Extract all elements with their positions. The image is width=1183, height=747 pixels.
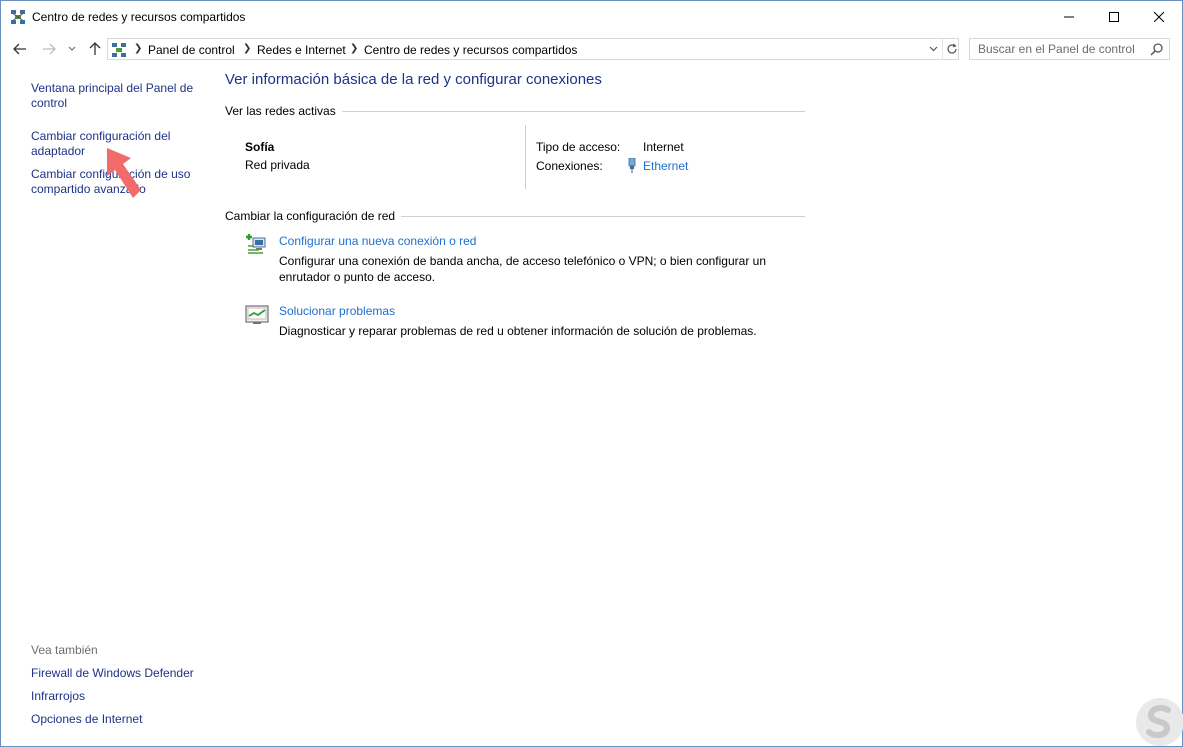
address-bar[interactable]: ❯ Panel de control ❯ Redes e Internet ❯ … <box>107 38 959 60</box>
window: Centro de redes y recursos compartidos ❯… <box>0 0 1183 747</box>
setup-new-connection-link[interactable]: Configurar una nueva conexión o red <box>279 234 476 248</box>
see-also-heading: Vea también <box>31 643 98 657</box>
recent-locations-button[interactable] <box>65 38 79 60</box>
link-infrared[interactable]: Infrarrojos <box>31 689 85 703</box>
ethernet-icon <box>628 158 636 173</box>
network-type: Red privada <box>245 158 310 172</box>
search-box[interactable] <box>969 38 1170 60</box>
ethernet-connection-link[interactable]: Ethernet <box>643 159 688 173</box>
main-content: Ver información básica de la red y confi… <box>211 63 1183 747</box>
arrow-left-icon <box>13 43 26 55</box>
refresh-icon <box>946 43 957 54</box>
breadcrumb-centro-de-redes[interactable]: Centro de redes y recursos compartidos <box>364 43 577 57</box>
new-connection-icon <box>246 234 266 254</box>
arrow-up-icon <box>89 42 101 55</box>
divider <box>341 110 805 112</box>
breadcrumb-redes-e-internet[interactable]: Redes e Internet <box>257 43 346 57</box>
watermark-logo-icon <box>1136 698 1183 746</box>
chevron-down-icon <box>929 46 937 52</box>
search-icon[interactable] <box>1150 42 1164 56</box>
title-bar: Centro de redes y recursos compartidos <box>1 1 1182 32</box>
up-button[interactable] <box>85 38 105 60</box>
maximize-button[interactable] <box>1091 1 1137 32</box>
annotation-arrow-icon <box>107 148 141 198</box>
search-input[interactable] <box>978 42 1148 56</box>
section-title: Ver las redes activas <box>225 104 336 118</box>
troubleshoot-link[interactable]: Solucionar problemas <box>279 304 395 318</box>
change-settings-heading: Cambiar la configuración de red <box>225 209 805 223</box>
breadcrumb-separator[interactable]: ❯ <box>134 43 142 54</box>
chevron-down-icon <box>68 46 76 51</box>
page-title: Ver información básica de la red y confi… <box>225 71 602 88</box>
troubleshoot-icon <box>245 305 269 324</box>
network-name: Sofía <box>245 140 275 154</box>
access-type-label: Tipo de acceso: <box>536 140 621 154</box>
link-control-panel-home[interactable]: Ventana principal del Panel de control <box>31 81 201 111</box>
section-title: Cambiar la configuración de red <box>225 209 396 223</box>
navigation-bar: ❯ Panel de control ❯ Redes e Internet ❯ … <box>1 36 1182 62</box>
network-center-icon <box>11 10 25 24</box>
link-firewall[interactable]: Firewall de Windows Defender <box>31 666 194 680</box>
breadcrumb-panel-de-control[interactable]: Panel de control <box>148 43 235 57</box>
link-internet-options[interactable]: Opciones de Internet <box>31 712 142 726</box>
troubleshoot-description: Diagnosticar y reparar problemas de red … <box>279 324 757 338</box>
back-button[interactable] <box>10 38 30 60</box>
breadcrumb-separator[interactable]: ❯ <box>350 43 358 54</box>
setup-new-connection-description: Configurar una conexión de banda ancha, … <box>279 254 766 284</box>
network-center-icon <box>112 43 126 57</box>
divider <box>401 215 805 217</box>
arrow-right-icon <box>43 43 56 55</box>
minimize-button[interactable] <box>1046 1 1092 32</box>
window-title: Centro de redes y recursos compartidos <box>32 10 246 24</box>
divider <box>525 125 526 189</box>
connections-label: Conexiones: <box>536 159 603 173</box>
minimize-icon <box>1064 16 1074 17</box>
close-icon <box>1154 11 1164 22</box>
breadcrumb-separator[interactable]: ❯ <box>243 43 251 54</box>
maximize-icon <box>1109 11 1119 22</box>
close-button[interactable] <box>1136 1 1182 32</box>
forward-button[interactable] <box>39 38 59 60</box>
address-dropdown-button[interactable] <box>924 39 942 59</box>
refresh-button[interactable] <box>942 39 960 59</box>
active-networks-heading: Ver las redes activas <box>225 104 805 118</box>
access-type-value: Internet <box>643 140 684 154</box>
